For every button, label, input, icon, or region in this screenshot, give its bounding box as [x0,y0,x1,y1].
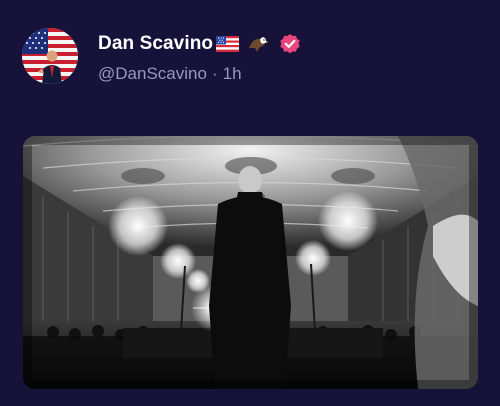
us-flag-icon [216,36,240,52]
verified-badge-icon [279,33,301,55]
post-media-image[interactable] [23,136,478,389]
meta-separator: · [211,64,218,83]
timestamp[interactable]: 1h [223,64,242,83]
eagle-icon [247,34,269,54]
post-header: Dan Scavino @DanScavino · 1h [22,28,482,88]
ballroom-photo [23,136,478,389]
avatar[interactable] [22,28,78,84]
avatar-image [22,28,78,84]
handle[interactable]: @DanScavino [98,64,207,83]
display-name[interactable]: Dan Scavino [98,33,213,55]
post-meta: @DanScavino · 1h [98,64,301,86]
